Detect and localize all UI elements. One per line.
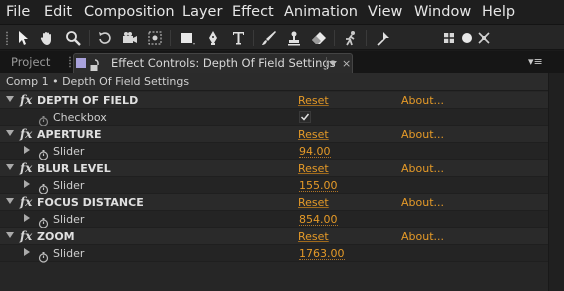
menu-effect[interactable]: Effect bbox=[232, 0, 274, 24]
fx-toggle-icon[interactable]: fx bbox=[20, 160, 32, 176]
menu-window[interactable]: Window bbox=[414, 0, 471, 24]
reset-link[interactable]: Reset bbox=[298, 160, 329, 177]
toolbar-grip[interactable] bbox=[5, 31, 9, 45]
menu-edit[interactable]: Edit bbox=[44, 0, 72, 24]
lock-icon[interactable] bbox=[89, 57, 101, 71]
stopwatch-icon[interactable] bbox=[38, 112, 49, 127]
stopwatch-icon[interactable] bbox=[38, 180, 49, 195]
menu-file[interactable]: File bbox=[6, 0, 30, 24]
effect-controls-panel: Comp 1 • Depth Of Field Settings fx DEPT… bbox=[0, 73, 564, 291]
tab-project[interactable]: Project bbox=[2, 53, 68, 72]
checkbox-control[interactable] bbox=[299, 111, 311, 123]
property-name: Slider bbox=[53, 247, 85, 260]
property-name: Checkbox bbox=[53, 111, 107, 124]
effect-row-blur-level[interactable]: fx BLUR LEVEL Reset About... bbox=[0, 160, 548, 178]
effect-row-aperture[interactable]: fx APERTURE Reset About... bbox=[0, 126, 548, 144]
puppet-pin-tool-icon[interactable] bbox=[374, 29, 392, 47]
rotation-tool-icon[interactable] bbox=[96, 29, 114, 47]
property-row-slider: Slider 1763.00 bbox=[0, 245, 548, 263]
twirl-right-icon[interactable] bbox=[24, 214, 30, 222]
menu-help[interactable]: Help bbox=[482, 0, 515, 24]
effect-name: BLUR LEVEL bbox=[37, 162, 111, 175]
property-name: Slider bbox=[53, 179, 85, 192]
effect-name: APERTURE bbox=[37, 128, 102, 141]
stopwatch-icon[interactable] bbox=[38, 146, 49, 161]
twirl-down-icon[interactable] bbox=[6, 198, 14, 204]
panel-tab-bar: Project Effect Controls: Depth Of Field … bbox=[0, 51, 564, 73]
breadcrumb: Comp 1 • Depth Of Field Settings bbox=[0, 73, 548, 91]
effect-row-depth-of-field[interactable]: fx DEPTH OF FIELD Reset About... bbox=[0, 92, 548, 110]
fx-toggle-icon[interactable]: fx bbox=[20, 228, 32, 244]
menu-animation[interactable]: Animation bbox=[284, 0, 358, 24]
zoom-tool-icon[interactable] bbox=[64, 29, 82, 47]
about-link[interactable]: About... bbox=[401, 228, 445, 246]
twirl-right-icon[interactable] bbox=[24, 146, 30, 154]
local-axis-icon[interactable] bbox=[440, 29, 458, 47]
twirl-down-icon[interactable] bbox=[6, 164, 14, 170]
roto-brush-tool-icon[interactable] bbox=[342, 29, 360, 47]
close-icon[interactable]: × bbox=[342, 55, 351, 72]
pan-behind-tool-icon[interactable] bbox=[146, 29, 164, 47]
menu-bar: File Edit Composition Layer Effect Anima… bbox=[0, 0, 564, 24]
vertical-scrollbar[interactable] bbox=[548, 73, 564, 291]
type-tool-icon[interactable] bbox=[230, 29, 248, 47]
clone-stamp-tool-icon[interactable] bbox=[285, 29, 303, 47]
slider-value[interactable]: 94.00 bbox=[299, 143, 331, 158]
effect-name: DEPTH OF FIELD bbox=[37, 94, 139, 107]
hand-tool-icon[interactable] bbox=[38, 29, 56, 47]
twirl-right-icon[interactable] bbox=[24, 248, 30, 256]
slider-value[interactable]: 1763.00 bbox=[299, 245, 345, 260]
property-row-slider: Slider 94.00 bbox=[0, 143, 548, 161]
effect-row-zoom[interactable]: fx ZOOM Reset About... bbox=[0, 228, 548, 246]
camera-tool-icon[interactable] bbox=[121, 29, 139, 47]
pen-tool-icon[interactable] bbox=[204, 29, 222, 47]
fx-toggle-icon[interactable]: fx bbox=[20, 126, 32, 142]
property-name: Slider bbox=[53, 145, 85, 158]
twirl-right-icon[interactable] bbox=[24, 180, 30, 188]
about-link[interactable]: About... bbox=[401, 92, 445, 110]
twirl-down-icon[interactable] bbox=[6, 232, 14, 238]
tab-dropdown-icon[interactable] bbox=[326, 57, 339, 70]
panel-grip[interactable] bbox=[68, 56, 72, 68]
reset-link[interactable]: Reset bbox=[298, 194, 329, 211]
world-axis-icon[interactable] bbox=[458, 29, 476, 47]
property-row-checkbox: Checkbox bbox=[0, 109, 548, 127]
property-row-slider: Slider 155.00 bbox=[0, 177, 548, 195]
selection-tool-icon[interactable] bbox=[14, 29, 32, 47]
stopwatch-icon[interactable] bbox=[38, 248, 49, 263]
about-link[interactable]: About... bbox=[401, 194, 445, 212]
tab-title: Effect Controls: Depth Of Field Settings bbox=[111, 56, 336, 70]
about-link[interactable]: About... bbox=[401, 160, 445, 178]
fx-toggle-icon[interactable]: fx bbox=[20, 92, 32, 108]
reset-link[interactable]: Reset bbox=[298, 126, 329, 143]
menu-composition[interactable]: Composition bbox=[84, 0, 175, 24]
effect-row-focus-distance[interactable]: fx FOCUS DISTANCE Reset About... bbox=[0, 194, 548, 212]
label-color-swatch bbox=[76, 58, 86, 68]
effect-name: ZOOM bbox=[37, 230, 75, 243]
property-name: Slider bbox=[53, 213, 85, 226]
reset-link[interactable]: Reset bbox=[298, 92, 329, 109]
brush-tool-icon[interactable] bbox=[260, 29, 278, 47]
twirl-down-icon[interactable] bbox=[6, 130, 14, 136]
menu-layer[interactable]: Layer bbox=[182, 0, 222, 24]
slider-value[interactable]: 155.00 bbox=[299, 177, 338, 192]
reset-link[interactable]: Reset bbox=[298, 228, 329, 245]
fx-toggle-icon[interactable]: fx bbox=[20, 194, 32, 210]
about-link[interactable]: About... bbox=[401, 126, 445, 144]
property-row-slider: Slider 854.00 bbox=[0, 211, 548, 229]
tab-effect-controls[interactable]: Effect Controls: Depth Of Field Settings… bbox=[73, 53, 353, 73]
rectangle-tool-icon[interactable] bbox=[178, 29, 196, 47]
view-axis-icon[interactable] bbox=[475, 29, 493, 47]
menu-view[interactable]: View bbox=[368, 0, 402, 24]
stopwatch-icon[interactable] bbox=[38, 214, 49, 229]
slider-value[interactable]: 854.00 bbox=[299, 211, 338, 226]
effect-name: FOCUS DISTANCE bbox=[37, 196, 144, 209]
panel-menu-icon[interactable]: ▾≡ bbox=[528, 54, 543, 69]
tools-toolbar bbox=[0, 24, 564, 50]
twirl-down-icon[interactable] bbox=[6, 96, 14, 102]
eraser-tool-icon[interactable] bbox=[310, 29, 328, 47]
